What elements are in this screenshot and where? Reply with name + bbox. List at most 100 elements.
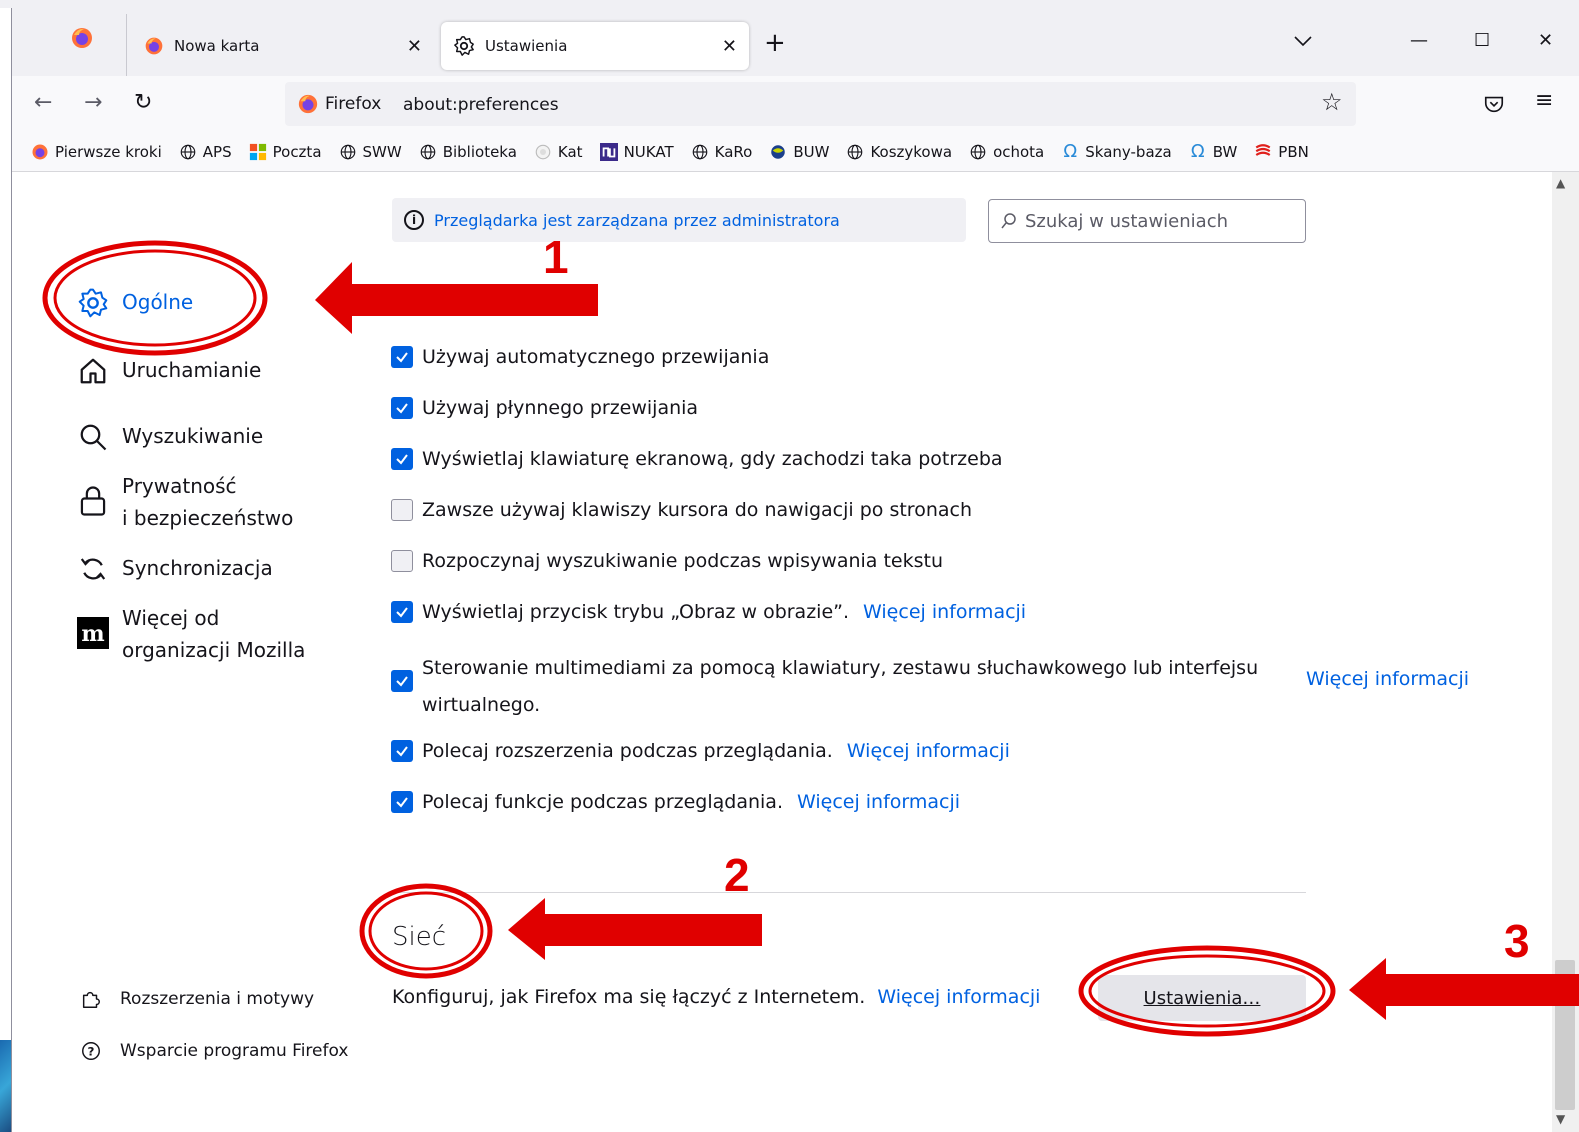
scrollbar-thumb[interactable] bbox=[1555, 960, 1575, 1110]
close-window-button[interactable]: ✕ bbox=[1538, 30, 1553, 51]
category-privacy[interactable]: Prywatność i bezpieczeństwo bbox=[76, 470, 293, 534]
section-divider bbox=[392, 892, 1306, 893]
search-icon bbox=[76, 420, 110, 454]
category-search[interactable]: Wyszukiwanie bbox=[76, 420, 263, 454]
checkbox-checked[interactable] bbox=[391, 791, 413, 813]
category-label: Synchronizacja bbox=[122, 556, 273, 580]
category-general[interactable]: Ogólne bbox=[76, 286, 193, 320]
category-more-from-mozilla[interactable]: m Więcej od organizacji Mozilla bbox=[76, 602, 305, 666]
learn-more-link[interactable]: Więcej informacji bbox=[847, 740, 1010, 762]
url-text[interactable]: about:preferences bbox=[403, 95, 559, 115]
bookmark-label: Poczta bbox=[272, 142, 322, 161]
learn-more-link[interactable]: Więcej informacji bbox=[1306, 668, 1469, 690]
close-tab-icon[interactable]: ✕ bbox=[722, 36, 737, 57]
option-onscreen-keyboard[interactable]: Wyświetlaj klawiaturę ekranową, gdy zach… bbox=[391, 448, 1003, 470]
puzzle-globe-icon bbox=[533, 142, 553, 162]
identity-box[interactable]: Firefox bbox=[297, 93, 381, 115]
bookmark-item[interactable]: Poczta bbox=[248, 142, 322, 162]
option-smooth-scroll[interactable]: Używaj płynnego przewijania bbox=[391, 397, 698, 419]
bookmark-label: Biblioteka bbox=[442, 142, 517, 161]
option-picture-in-picture[interactable]: Wyświetlaj przycisk trybu „Obraz w obraz… bbox=[391, 601, 1026, 623]
learn-more-link[interactable]: Więcej informacji bbox=[797, 791, 960, 813]
policies-link[interactable]: Przeglądarka jest zarządzana przez admin… bbox=[434, 211, 840, 230]
firefox-view-icon[interactable] bbox=[70, 26, 94, 50]
firefox-icon bbox=[298, 94, 318, 114]
checkbox-checked[interactable] bbox=[391, 397, 413, 419]
bookmark-star-icon[interactable]: ☆ bbox=[1321, 90, 1343, 114]
category-label: Więcej od bbox=[122, 606, 220, 630]
tab-ustawienia[interactable]: Ustawienia ✕ bbox=[441, 22, 749, 70]
bookmark-label: PBN bbox=[1278, 142, 1309, 161]
checkbox-unchecked[interactable] bbox=[391, 550, 413, 572]
checkbox-checked[interactable] bbox=[391, 740, 413, 762]
category-home[interactable]: Uruchamianie bbox=[76, 354, 261, 388]
bookmark-item[interactable]: Koszykowa bbox=[845, 142, 952, 162]
option-label: Wyświetlaj klawiaturę ekranową, gdy zach… bbox=[422, 448, 1003, 470]
bookmark-label: Skany-baza bbox=[1085, 142, 1172, 161]
support-link[interactable]: ? Wsparcie programu Firefox bbox=[80, 1040, 348, 1062]
back-arrow-icon[interactable]: ← bbox=[34, 92, 52, 114]
home-icon bbox=[76, 354, 110, 388]
globe-icon bbox=[845, 142, 865, 162]
tab-label: Nowa karta bbox=[174, 37, 260, 55]
bookmark-label: SWW bbox=[362, 142, 402, 161]
minimize-button[interactable]: — bbox=[1410, 30, 1428, 51]
bookmark-item[interactable]: Ω BW bbox=[1188, 141, 1237, 162]
pocket-icon[interactable] bbox=[1483, 93, 1505, 115]
bookmark-item[interactable]: APS bbox=[178, 142, 232, 162]
bookmark-item[interactable]: Ω Skany-baza bbox=[1060, 141, 1172, 162]
windows-icon bbox=[248, 142, 268, 162]
connection-settings-button[interactable]: Ustawienia… bbox=[1098, 975, 1306, 1021]
bookmark-item[interactable]: SWW bbox=[338, 142, 402, 162]
mozilla-m-icon: m bbox=[76, 616, 110, 650]
omega-icon: Ω bbox=[1063, 141, 1078, 162]
globe-icon bbox=[968, 142, 988, 162]
globe-icon bbox=[178, 142, 198, 162]
scroll-down-icon[interactable]: ▼ bbox=[1556, 1112, 1565, 1126]
option-autoscroll[interactable]: Używaj automatycznego przewijania bbox=[391, 346, 769, 368]
nukat-icon bbox=[599, 142, 619, 162]
forward-arrow-icon[interactable]: → bbox=[84, 92, 102, 114]
search-input[interactable]: Szukaj w ustawieniach bbox=[988, 199, 1306, 243]
option-caret-browsing[interactable]: Zawsze używaj klawiszy kursora do nawiga… bbox=[391, 499, 972, 521]
checkbox-checked[interactable] bbox=[391, 346, 413, 368]
search-icon bbox=[1001, 213, 1016, 229]
hamburger-menu-icon[interactable]: ≡ bbox=[1535, 90, 1553, 112]
close-tab-icon[interactable]: ✕ bbox=[407, 36, 422, 57]
tab-nowa-karta[interactable]: Nowa karta ✕ bbox=[136, 22, 434, 70]
option-label: Używaj płynnego przewijania bbox=[422, 397, 699, 419]
learn-more-link[interactable]: Więcej informacji bbox=[877, 986, 1040, 1008]
option-search-start-typing[interactable]: Rozpoczynaj wyszukiwanie podczas wpisywa… bbox=[391, 550, 943, 572]
checkbox-checked[interactable] bbox=[391, 448, 413, 470]
option-label: Rozpoczynaj wyszukiwanie podczas wpisywa… bbox=[422, 550, 943, 572]
buw-icon bbox=[768, 142, 788, 162]
category-label: Wyszukiwanie bbox=[122, 424, 264, 448]
bookmark-item[interactable]: ochota bbox=[968, 142, 1044, 162]
scroll-up-icon[interactable]: ▲ bbox=[1556, 176, 1565, 190]
addons-link[interactable]: Rozszerzenia i motywy bbox=[80, 988, 314, 1010]
bookmark-item[interactable]: KaRo bbox=[690, 142, 752, 162]
bookmark-item[interactable]: Biblioteka bbox=[418, 142, 517, 162]
reload-icon[interactable]: ↻ bbox=[134, 92, 152, 114]
learn-more-link[interactable]: Więcej informacji bbox=[863, 601, 1026, 623]
pbn-icon bbox=[1253, 142, 1273, 162]
bookmark-item[interactable]: BUW bbox=[768, 142, 829, 162]
maximize-button[interactable]: ☐ bbox=[1474, 30, 1490, 51]
checkbox-checked[interactable] bbox=[391, 601, 413, 623]
checkbox-unchecked[interactable] bbox=[391, 499, 413, 521]
globe-icon bbox=[418, 142, 438, 162]
bookmark-label: NUKAT bbox=[623, 142, 674, 161]
checkbox-checked[interactable] bbox=[391, 670, 413, 692]
network-section-title: Sieć bbox=[392, 922, 447, 952]
bookmark-item[interactable]: Kat bbox=[533, 142, 583, 162]
lock-icon bbox=[76, 484, 110, 518]
bookmark-item[interactable]: NUKAT bbox=[599, 142, 674, 162]
chevron-down-icon[interactable] bbox=[1293, 34, 1313, 48]
option-recommend-extensions[interactable]: Polecaj rozszerzenia podczas przeglądani… bbox=[391, 740, 1010, 762]
bookmark-label: Koszykowa bbox=[870, 142, 953, 161]
bookmark-item[interactable]: Pierwsze kroki bbox=[30, 142, 162, 162]
bookmark-item[interactable]: PBN bbox=[1253, 142, 1309, 162]
category-sync[interactable]: Synchronizacja bbox=[76, 552, 273, 586]
option-recommend-features[interactable]: Polecaj funkcje podczas przeglądania. Wi… bbox=[391, 791, 960, 813]
new-tab-button[interactable]: + bbox=[764, 30, 786, 56]
